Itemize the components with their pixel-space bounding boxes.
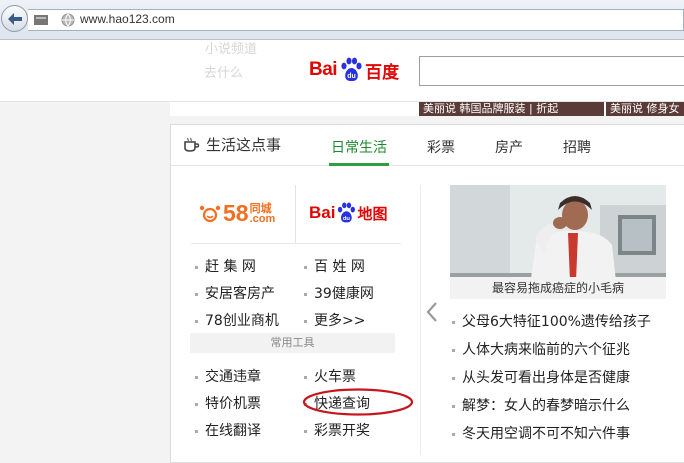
tab-real-estate[interactable]: 房产: [495, 137, 523, 157]
life-panel: 生活这点事 日常生活 彩票 房产 招聘 58 同城 .com Bai du 地图…: [170, 124, 684, 463]
tab-jobs[interactable]: 招聘: [563, 137, 591, 157]
news-item[interactable]: 人体大病来临前的六个征兆: [452, 339, 630, 359]
tool-online-translate[interactable]: 在线翻译: [195, 420, 261, 440]
bullet: [195, 429, 198, 433]
tab-lottery[interactable]: 彩票: [427, 137, 455, 157]
baidu-logo[interactable]: Bai du 百度: [309, 54, 399, 86]
bullet: [304, 429, 307, 433]
bullet: [452, 404, 455, 408]
back-button[interactable]: [1, 5, 28, 32]
tool-traffic-violation[interactable]: 交通违章: [195, 366, 261, 386]
baidu-paw-icon: du: [338, 202, 356, 223]
58-tongcheng-logo[interactable]: 58 同城 .com: [199, 200, 275, 227]
common-tools-header: 常用工具: [190, 333, 395, 353]
bullet: [195, 402, 198, 406]
bullet: [195, 319, 198, 323]
address-bar[interactable]: www.hao123.com: [28, 9, 684, 31]
tool-train-tickets[interactable]: 火车票: [304, 366, 356, 386]
url-text[interactable]: www.hao123.com: [80, 12, 175, 26]
bullet: [452, 376, 455, 380]
svg-text:du: du: [347, 73, 356, 80]
news-item[interactable]: 解梦：女人的春梦暗示什么: [452, 395, 630, 415]
svg-text:du: du: [343, 216, 351, 222]
bullet: [195, 265, 198, 269]
news-strip: 美丽说 韩国品牌服装 | 折起 美丽说 修身女: [170, 102, 684, 116]
page-icon[interactable]: [34, 14, 48, 26]
bullet: [304, 375, 307, 379]
bullet: [195, 292, 198, 296]
tool-cheap-flights[interactable]: 特价机票: [195, 393, 261, 413]
back-arrow-icon: [7, 12, 22, 25]
tool-lottery-results[interactable]: 彩票开奖: [304, 420, 370, 440]
news-thumb[interactable]: 美丽说 修身女: [606, 102, 684, 116]
bullet: [304, 319, 307, 323]
bullet: [304, 265, 307, 269]
ghost-nav-text: 小说频道: [205, 42, 258, 57]
news-thumb[interactable]: 美丽说 韩国品牌服装 | 折起: [419, 102, 604, 116]
bullet: [452, 432, 455, 436]
news-item[interactable]: 从头发可看出身体是否健康: [452, 367, 630, 387]
link-baixing[interactable]: 百 姓 网: [304, 256, 365, 276]
globe-icon: [61, 13, 75, 27]
bullet: [452, 348, 455, 352]
link-more[interactable]: 更多>>: [304, 310, 365, 330]
baidu-paw-icon: du: [341, 57, 362, 82]
news-item[interactable]: 冬天用空调不可不知六件事: [452, 423, 630, 443]
link-39-health[interactable]: 39健康网: [304, 283, 374, 303]
bullet: [195, 375, 198, 379]
row-divider: [191, 243, 401, 244]
link-anjuke[interactable]: 安居客房产: [195, 283, 275, 303]
column-divider: [420, 185, 421, 455]
58-mascot-icon: [199, 205, 221, 222]
link-ganji[interactable]: 赶 集 网: [195, 256, 256, 276]
tab-daily-life[interactable]: 日常生活: [331, 137, 387, 157]
logo-divider: [295, 185, 296, 243]
coffee-cup-icon: [184, 137, 200, 152]
baidu-map-logo[interactable]: Bai du 地图: [309, 202, 387, 224]
news-item[interactable]: 父母6大特征100%遗传给孩子: [452, 311, 651, 331]
bullet: [452, 320, 455, 324]
browser-toolbar: www.hao123.com: [0, 0, 684, 40]
active-tab-underline: [329, 163, 389, 166]
ghost-nav-text: 去什么: [204, 66, 244, 81]
site-header: 小说频道 去什么 Bai du 百度: [0, 40, 684, 102]
panel-title: 生活这点事: [183, 134, 281, 155]
bullet: [304, 292, 307, 296]
tab-bar: 生活这点事 日常生活 彩票 房产 招聘: [171, 125, 684, 166]
baidu-search-input[interactable]: [419, 56, 684, 86]
chevron-left-icon[interactable]: [425, 301, 439, 323]
featured-caption[interactable]: 最容易拖成癌症的小毛病: [450, 277, 666, 299]
annotation-red-oval: [302, 388, 414, 416]
link-78-business[interactable]: 78创业商机: [195, 310, 279, 330]
